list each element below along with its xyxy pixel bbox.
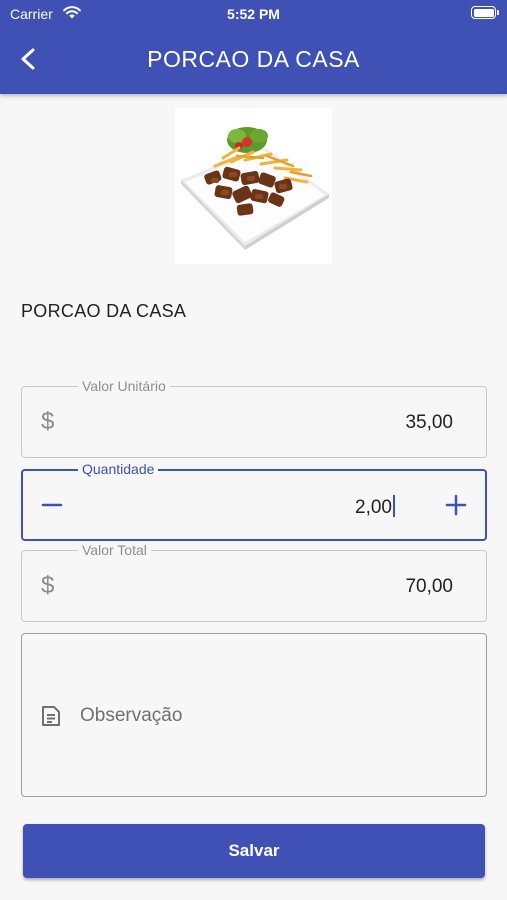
increment-button[interactable] (439, 488, 473, 522)
total-field: Valor Total $ 70,00 (21, 542, 487, 622)
dollar-icon: $ (41, 572, 55, 599)
quantity-value: 2,00 (355, 497, 392, 518)
observation-placeholder: Observação (80, 705, 183, 726)
decrement-button[interactable] (35, 488, 69, 522)
unit-price-value: 35,00 (405, 412, 453, 433)
observation-field[interactable]: Observação (21, 633, 487, 797)
status-bar: Carrier 5:52 PM (0, 0, 507, 28)
unit-price-label: Valor Unitário (78, 378, 170, 394)
total-label: Valor Total (78, 542, 151, 558)
minus-icon (41, 503, 63, 507)
dollar-icon: $ (41, 408, 55, 435)
quantity-field[interactable]: Quantidade 2,00 (21, 461, 487, 541)
unit-price-field: Valor Unitário $ 35,00 (21, 378, 487, 458)
quantity-label: Quantidade (78, 461, 159, 477)
screen: Carrier 5:52 PM PORCAO DA CASA PORCAO DA… (0, 0, 507, 900)
text-caret (393, 495, 395, 517)
top-bar: Carrier 5:52 PM PORCAO DA CASA (0, 0, 507, 94)
product-image (175, 108, 332, 264)
quantity-input[interactable]: 2,00 (355, 495, 395, 519)
save-button[interactable]: Salvar (23, 824, 485, 878)
app-bar: PORCAO DA CASA (0, 28, 507, 94)
clock: 5:52 PM (227, 6, 280, 22)
note-icon (39, 704, 63, 733)
page-title: PORCAO DA CASA (147, 46, 360, 72)
total-value: 70,00 (405, 576, 453, 597)
plus-icon (445, 494, 467, 516)
product-name: PORCAO DA CASA (21, 301, 187, 321)
battery-icon (471, 6, 499, 19)
